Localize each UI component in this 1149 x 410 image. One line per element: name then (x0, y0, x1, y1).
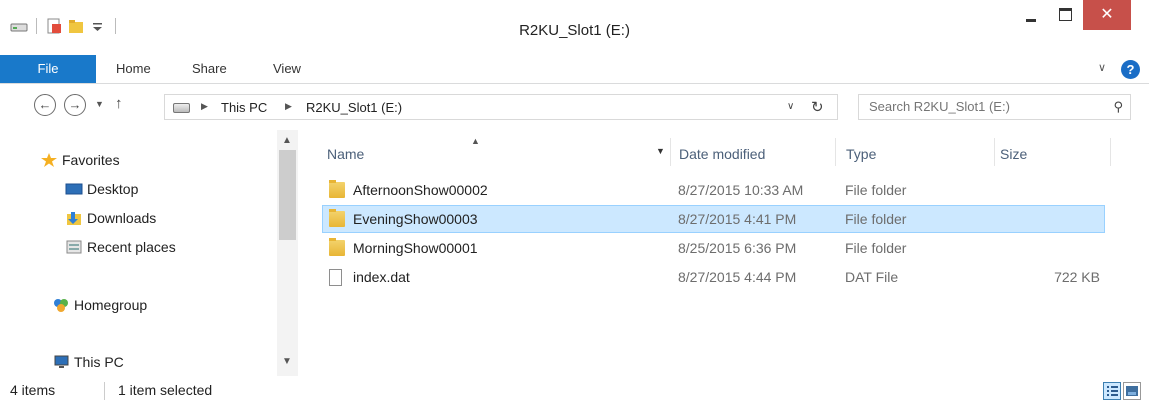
close-icon: ✕ (1100, 6, 1114, 23)
expand-ribbon-chevron-icon[interactable]: ∨ (1098, 61, 1106, 74)
maximize-button[interactable] (1048, 0, 1082, 30)
folder-icon (329, 180, 345, 198)
search-box[interactable]: ⚲ (858, 94, 1131, 120)
file-type: DAT File (845, 269, 899, 285)
folder-icon (329, 238, 345, 256)
file-date-modified: 8/27/2015 4:44 PM (678, 269, 797, 285)
desktop-icon (65, 181, 83, 197)
column-header-name[interactable]: Name (327, 140, 364, 168)
table-row[interactable]: EveningShow00003 8/27/2015 4:41 PM File … (322, 205, 1105, 233)
file-name: EveningShow00003 (353, 211, 478, 227)
search-input[interactable] (869, 99, 1099, 114)
file-icon (329, 269, 342, 286)
status-divider (104, 382, 105, 400)
large-icons-view-icon[interactable] (1123, 382, 1141, 400)
file-type: File folder (845, 240, 907, 256)
search-icon[interactable]: ⚲ (1113, 99, 1123, 115)
file-type: File folder (845, 182, 907, 198)
file-name: AfternoonShow00002 (353, 182, 488, 198)
status-bar: 4 items 1 item selected (0, 378, 1149, 410)
downloads-icon (65, 210, 83, 226)
forward-button[interactable]: → (64, 94, 86, 116)
file-date-modified: 8/25/2015 6:36 PM (678, 240, 797, 256)
navigation-pane: Favorites Desktop Downloads Recent place… (0, 130, 298, 378)
scroll-up-icon[interactable]: ▲ (282, 135, 292, 146)
recent-locations-dropdown-icon[interactable]: ▼ (95, 99, 104, 109)
address-bar[interactable]: ▶ This PC ▶ R2KU_Slot1 (E:) ∨ ↻ (164, 94, 838, 120)
table-row[interactable]: MorningShow00001 8/25/2015 6:36 PM File … (322, 234, 1105, 262)
sort-ascending-icon: ▲ (471, 136, 480, 146)
tab-view[interactable]: View (273, 55, 301, 83)
file-list: ▲ Name ▼ Date modified Type Size Afterno… (300, 130, 1149, 378)
nav-item-label: Recent places (87, 239, 176, 255)
navigation-bar: ← → ▼ ↑ ▶ This PC ▶ R2KU_Slot1 (E:) ∨ ↻ … (0, 84, 1149, 130)
homegroup-icon (52, 297, 70, 313)
file-size: 722 KB (1054, 269, 1100, 285)
back-button[interactable]: ← (34, 94, 56, 116)
breadcrumb-current-drive[interactable]: R2KU_Slot1 (E:) (306, 100, 402, 115)
up-button[interactable]: ↑ (115, 95, 123, 112)
nav-item-label: Favorites (62, 152, 120, 168)
nav-item-label: Desktop (87, 181, 139, 197)
folder-icon (329, 209, 345, 227)
help-icon[interactable]: ? (1121, 60, 1140, 79)
computer-icon (52, 354, 70, 370)
scrollbar-thumb[interactable] (279, 150, 296, 240)
table-row[interactable]: index.dat 8/27/2015 4:44 PM DAT File 722… (322, 263, 1105, 291)
file-date-modified: 8/27/2015 10:33 AM (678, 182, 804, 198)
navigation-pane-scrollbar[interactable]: ▲ ▼ (277, 130, 298, 376)
column-divider[interactable] (1110, 138, 1111, 166)
star-icon (40, 152, 58, 168)
column-divider[interactable] (994, 138, 995, 166)
ribbon-tab-bar: File Home Share View ∨ ? (0, 55, 1149, 84)
column-divider[interactable] (835, 138, 836, 166)
nav-item-label: This PC (74, 354, 124, 370)
tab-home[interactable]: Home (116, 55, 151, 83)
drive-icon (173, 103, 190, 113)
scroll-down-icon[interactable]: ▼ (282, 356, 292, 367)
refresh-icon[interactable]: ↻ (811, 98, 824, 116)
column-header-type[interactable]: Type (846, 140, 876, 168)
address-dropdown-icon[interactable]: ∨ (787, 101, 794, 112)
window-title: R2KU_Slot1 (E:) (519, 22, 630, 39)
details-view-icon[interactable] (1103, 382, 1121, 400)
nav-item-label: Homegroup (74, 297, 148, 313)
status-item-count: 4 items (10, 382, 56, 398)
column-header-date-modified[interactable]: Date modified (679, 140, 765, 168)
breadcrumb-this-pc[interactable]: This PC (221, 100, 267, 115)
status-selection: 1 item selected (118, 382, 213, 398)
nav-item-label: Downloads (87, 210, 157, 226)
tab-file[interactable]: File (0, 55, 96, 83)
breadcrumb-arrow-icon[interactable]: ▶ (285, 101, 292, 112)
breadcrumb-arrow-icon[interactable]: ▶ (201, 101, 208, 112)
tab-share[interactable]: Share (192, 55, 227, 83)
file-name: index.dat (353, 269, 410, 285)
column-header-size[interactable]: Size (1000, 140, 1027, 168)
title-bar: R2KU_Slot1 (E:) ✕ (0, 0, 1149, 50)
recent-places-icon (65, 239, 83, 255)
minimize-button[interactable] (1014, 0, 1048, 30)
column-divider[interactable] (670, 138, 671, 166)
table-row[interactable]: AfternoonShow00002 8/27/2015 10:33 AM Fi… (322, 176, 1105, 204)
file-date-modified: 8/27/2015 4:41 PM (678, 211, 797, 227)
close-button[interactable]: ✕ (1083, 0, 1131, 30)
column-filter-dropdown-icon[interactable]: ▼ (656, 146, 665, 156)
file-name: MorningShow00001 (353, 240, 478, 256)
file-type: File folder (845, 211, 907, 227)
